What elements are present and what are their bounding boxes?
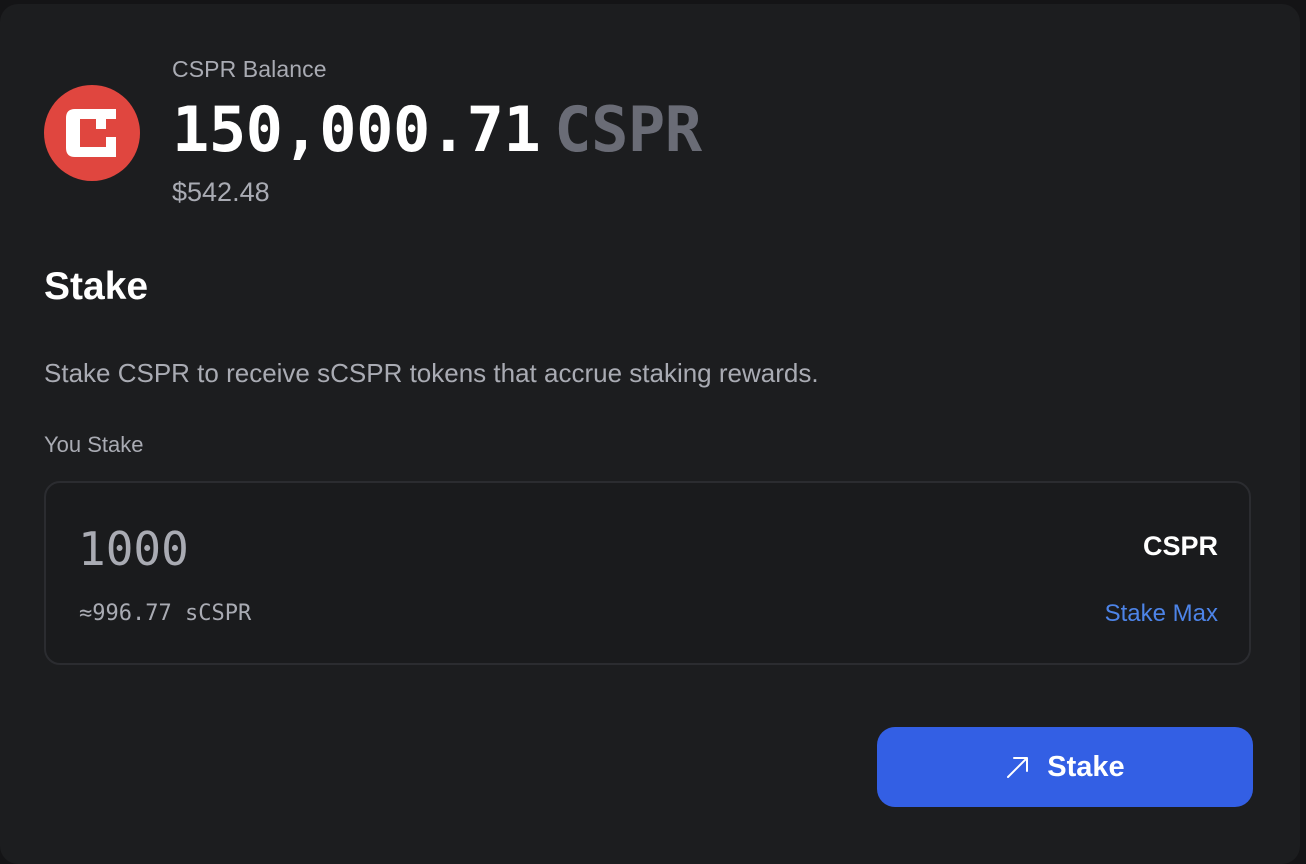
balance-amount-row: 150,000.71 CSPR <box>172 92 702 168</box>
balance-label: CSPR Balance <box>172 56 327 82</box>
balance-unit: CSPR <box>554 93 702 166</box>
input-unit-label: CSPR <box>1142 531 1218 561</box>
you-stake-label: You Stake <box>44 432 144 457</box>
balance-amount: 150,000.71 <box>172 93 541 166</box>
arrow-up-right-icon <box>1005 754 1031 780</box>
casper-logo-icon <box>44 85 140 181</box>
scspr-estimate: ≈996.77 sCSPR <box>79 601 252 626</box>
stake-button-label: Stake <box>1047 750 1125 783</box>
stake-max-link[interactable]: Stake Max <box>1105 600 1218 628</box>
stake-input-box: CSPR ≈996.77 sCSPR Stake Max <box>44 481 1251 665</box>
stake-description: Stake CSPR to receive sCSPR tokens that … <box>44 358 819 388</box>
stake-amount-input[interactable] <box>78 521 678 577</box>
balance-usd-value: $542.48 <box>172 177 270 207</box>
stake-title: Stake <box>44 265 149 308</box>
stake-button[interactable]: Stake <box>877 727 1253 807</box>
